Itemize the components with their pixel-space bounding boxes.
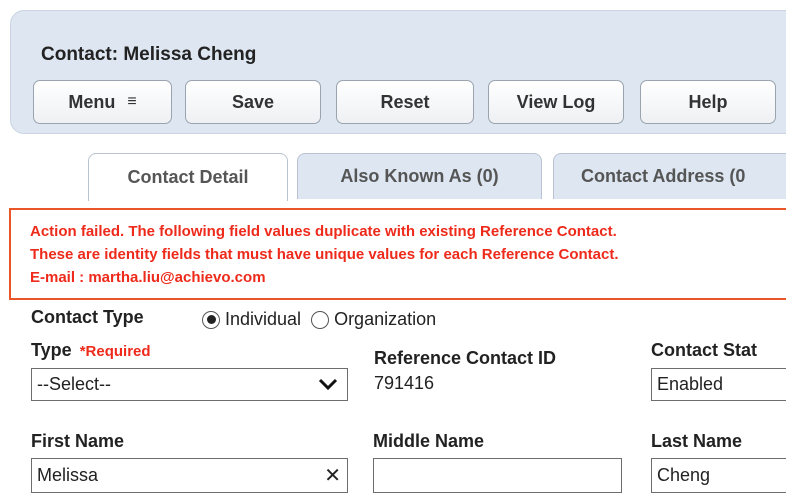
radio-selected-dot [206, 315, 216, 324]
contact-status-field[interactable]: Enabled [651, 368, 786, 401]
save-button[interactable]: Save [185, 80, 321, 124]
type-label: Type *Required [31, 340, 151, 361]
first-name-value: Melissa [37, 465, 99, 485]
contact-status-label: Contact Stat [651, 340, 758, 360]
radio-individual-label[interactable]: Individual [225, 309, 301, 330]
error-line-2: These are identity fields that must have… [30, 246, 619, 263]
clear-icon[interactable]: ✕ [324, 463, 341, 488]
header-panel: Contact: Melissa Cheng Menu ≡ Save Reset… [10, 10, 786, 134]
required-indicator: *Required [79, 343, 151, 360]
tab-also-known-as[interactable]: Also Known As (0) [297, 153, 542, 199]
type-select[interactable]: --Select-- [31, 368, 348, 401]
type-label-text: Type [31, 340, 72, 360]
menu-icon: ≡ [127, 93, 137, 110]
reference-contact-id-label: Reference Contact ID [374, 348, 557, 368]
help-button[interactable]: Help [640, 80, 776, 124]
last-name-label: Last Name [651, 431, 743, 451]
middle-name-field[interactable] [373, 458, 622, 493]
tab-contact-address[interactable]: Contact Address (0 [553, 153, 786, 199]
error-line-3: E-mail : martha.liu@achievo.com [30, 269, 266, 286]
tab-contact-detail[interactable]: Contact Detail [88, 153, 288, 201]
contact-type-label: Contact Type [31, 307, 144, 327]
type-select-value: --Select-- [37, 374, 112, 394]
radio-individual[interactable] [202, 310, 220, 329]
first-name-field[interactable]: Melissa ✕ [31, 458, 348, 493]
middle-name-label: Middle Name [373, 431, 485, 451]
reset-button[interactable]: Reset [336, 80, 474, 124]
reference-contact-id-value: 791416 [374, 373, 435, 393]
menu-button[interactable]: Menu ≡ [33, 80, 172, 124]
last-name-field[interactable]: Cheng [651, 458, 786, 493]
radio-organization-label[interactable]: Organization [334, 309, 436, 330]
contact-type-radio-group: Individual Organization [202, 309, 446, 330]
first-name-label: First Name [31, 431, 125, 451]
chevron-down-icon [318, 378, 338, 391]
page-title: Contact: Melissa Cheng [41, 44, 257, 65]
error-message-box: Action failed. The following field value… [9, 208, 786, 300]
menu-label: Menu [68, 91, 116, 112]
contact-status-value: Enabled [657, 374, 724, 394]
radio-organization[interactable] [311, 310, 330, 329]
view-log-button[interactable]: View Log [488, 80, 624, 124]
error-line-1: Action failed. The following field value… [30, 223, 617, 240]
last-name-value: Cheng [657, 465, 711, 485]
